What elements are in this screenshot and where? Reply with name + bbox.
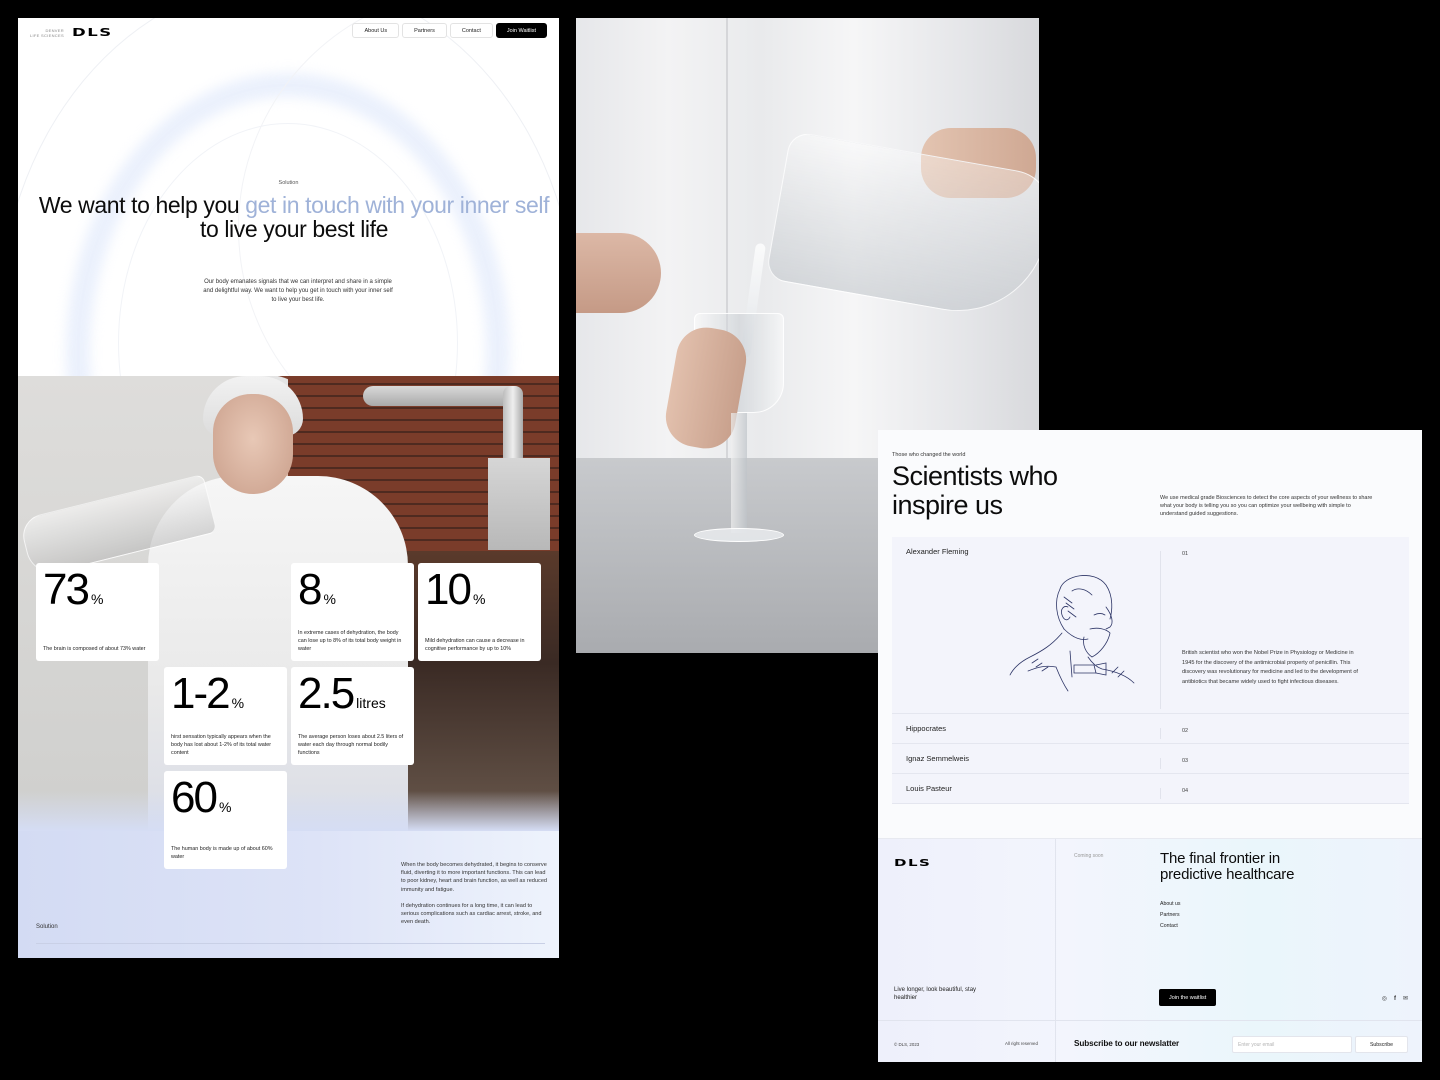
newsletter-email-input[interactable] (1232, 1036, 1352, 1053)
stat-card: 1-2% hirst sensation typically appears w… (164, 667, 287, 765)
hero-eyebrow: Solution (278, 180, 299, 186)
newsletter-title: Subscribe to our newslatter (1074, 1039, 1180, 1048)
join-waitlist-button[interactable]: Join Waitlist (495, 23, 547, 38)
footer-links: About us Partners Contact (1160, 901, 1180, 930)
footer-link-contact[interactable]: Contact (1160, 923, 1180, 930)
section-intro: We use medical grade Biosciences to dete… (1160, 495, 1373, 517)
solution-text: When the body becomes dehydrated, it beg… (401, 862, 548, 926)
section-eyebrow: Those who changed the world (892, 452, 966, 458)
scientist-index: 02 (1182, 728, 1189, 734)
top-nav: About Us Partners Contact Join Waitlist (352, 23, 547, 38)
brand-logo[interactable]: DENVER LIFE SCIENCES DLS (30, 26, 111, 39)
coming-soon-label: Coming soon (1074, 853, 1104, 859)
instagram-icon[interactable]: ◎ (1382, 996, 1387, 1002)
stat-card: 60% The human body is made up of about 6… (164, 771, 287, 869)
scientist-index: 01 (1182, 551, 1189, 557)
dls-wordmark: DLS (71, 26, 113, 39)
footer-link-about[interactable]: About us (1160, 901, 1180, 908)
footer-link-partners[interactable]: Partners (1160, 912, 1180, 919)
hero-title: We want to help you get in touch with yo… (38, 192, 550, 242)
rights-reserved: All right reserved (1005, 1041, 1038, 1046)
hero-section: DENVER LIFE SCIENCES DLS About Us Partne… (18, 18, 559, 376)
scientist-item-expanded[interactable]: Alexander Fleming 01 British scientist w… (892, 537, 1409, 714)
solution-details-section: When the body becomes dehydrated, it beg… (18, 831, 559, 958)
scientist-name: Louis Pasteur (906, 784, 952, 793)
scientist-item[interactable]: Ignaz Semmelweis 03 (892, 744, 1409, 774)
scientist-name: Alexander Fleming (906, 547, 969, 556)
scientist-item[interactable]: Hippocrates 02 (892, 714, 1409, 744)
divider (36, 943, 545, 944)
brand-subtitle: DENVER LIFE SCIENCES (30, 27, 64, 38)
stat-card: 10% Mild dehydration can cause a decreas… (418, 563, 541, 661)
solution-label: Solution (36, 924, 58, 930)
scientists-page-mockup: Those who changed the world Scientists w… (878, 430, 1422, 1062)
site-footer: DLS Coming soon The final frontier in pr… (878, 838, 1422, 1062)
footer-logo[interactable]: DLS (894, 853, 930, 871)
stat-card: 2.5 litres The average person loses about… (291, 667, 414, 765)
stat-card: 73% The brain is composed of about 73% w… (36, 563, 159, 661)
hero-title-accent: get in touch with your inner self (245, 192, 550, 218)
scientists-accordion: Alexander Fleming 01 British scientist w… (892, 537, 1409, 804)
landing-page-mockup: DENVER LIFE SCIENCES DLS About Us Partne… (18, 18, 559, 958)
fleming-portrait-illustration (1009, 575, 1135, 692)
footer-title: The final frontier in predictive healthc… (1160, 850, 1295, 883)
social-links: ◎ f ✉ (1382, 996, 1408, 1002)
nav-about-us[interactable]: About Us (352, 23, 400, 38)
hero-body: Our body emanates signals that we can in… (203, 279, 393, 303)
scientist-index: 04 (1182, 788, 1189, 794)
nav-contact[interactable]: Contact (449, 23, 493, 38)
scientist-index: 03 (1182, 758, 1189, 764)
copyright: © DLS, 2023 (894, 1042, 920, 1047)
nav-partners[interactable]: Partners (402, 23, 447, 38)
mail-icon[interactable]: ✉ (1403, 996, 1408, 1002)
subscribe-button[interactable]: Subscribe (1355, 1036, 1408, 1053)
scientist-name: Ignaz Semmelweis (906, 754, 969, 763)
footer-tagline: Live longer, look beautiful, stay health… (894, 987, 977, 1001)
join-the-waitlist-button[interactable]: Join the waitlist (1159, 989, 1217, 1006)
stat-card: 8% In extreme cases of dehydration, the … (291, 563, 414, 661)
scientist-name: Hippocrates (906, 724, 947, 733)
divider (1055, 839, 1056, 1062)
divider (878, 1020, 1422, 1021)
scientist-bio: British scientist who won the Nobel Priz… (1182, 650, 1358, 685)
section-title: Scientists who inspire us (892, 461, 1058, 520)
facebook-icon[interactable]: f (1394, 996, 1396, 1002)
scientist-item[interactable]: Louis Pasteur 04 (892, 774, 1409, 804)
